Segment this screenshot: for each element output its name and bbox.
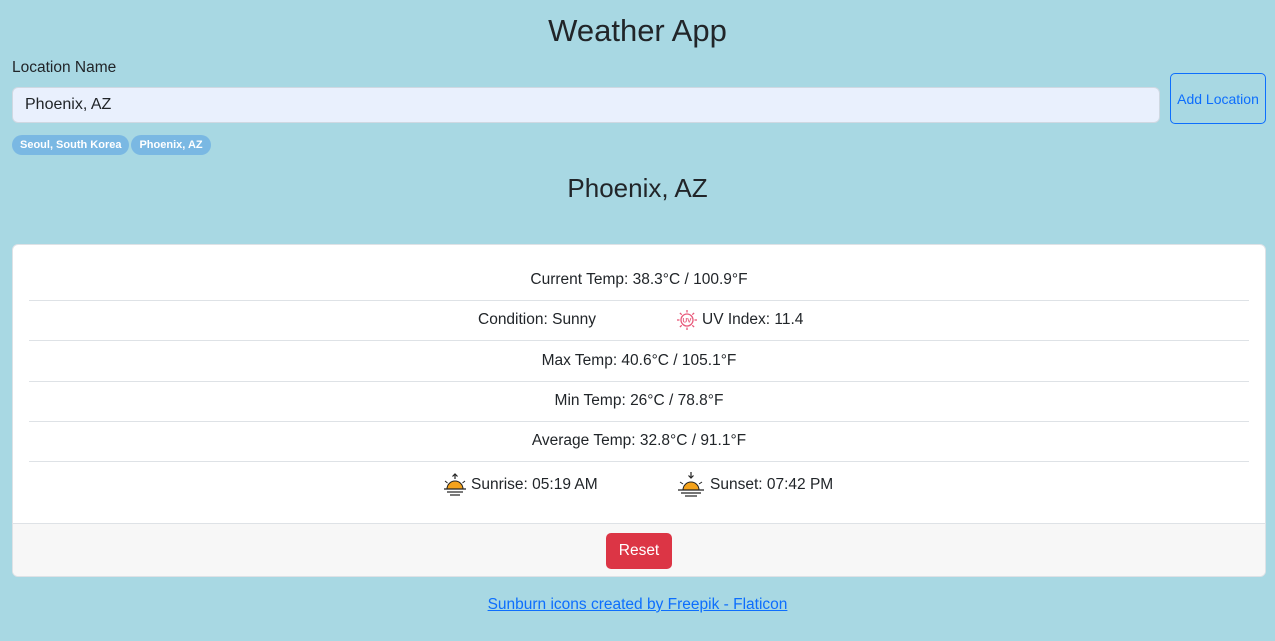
sunrise-icon [443, 472, 467, 498]
min-temp-row: Min Temp: 26°C / 78.8°F [29, 381, 1249, 422]
sunset-cell: Sunset: 07:42 PM [676, 463, 833, 507]
current-temp-text: Current Temp: 38.3°C / 100.9°F [530, 271, 748, 288]
uv-sun-icon: UV [676, 309, 698, 331]
current-temp-row: Current Temp: 38.3°C / 100.9°F [29, 260, 1249, 301]
saved-locations-list: Seoul, South Korea Phoenix, AZ [12, 135, 211, 155]
max-temp-row: Max Temp: 40.6°C / 105.1°F [29, 341, 1249, 382]
min-temp-text: Min Temp: 26°C / 78.8°F [554, 392, 724, 409]
location-chip-seoul[interactable]: Seoul, South Korea [12, 135, 130, 155]
uv-index-text: UV Index: 11.4 [702, 311, 804, 328]
condition-cell: Condition: Sunny [478, 300, 596, 340]
icon-credit: Sunburn icons created by Freepik - Flati… [0, 595, 1275, 615]
condition-uv-row: Condition: Sunny UV UV Index: 11.4 [29, 300, 1249, 341]
reset-button[interactable]: Reset [606, 533, 672, 569]
sun-times-row: Sunrise: 05:19 AM Sunset: 07:42 PM [29, 463, 1249, 507]
sunset-icon [676, 470, 706, 500]
sunrise-text: Sunrise: 05:19 AM [471, 476, 598, 493]
average-temp-text: Average Temp: 32.8°C / 91.1°F [531, 432, 747, 449]
weather-details: Current Temp: 38.3°C / 100.9°F Condition… [29, 245, 1249, 523]
card-footer: Reset [13, 523, 1265, 576]
location-chip-phoenix[interactable]: Phoenix, AZ [131, 135, 211, 155]
condition-text: Condition: Sunny [478, 311, 597, 328]
weather-card: Current Temp: 38.3°C / 100.9°F Condition… [12, 244, 1266, 577]
current-location-heading: Phoenix, AZ [567, 173, 708, 203]
icon-credit-link[interactable]: Sunburn icons created by Freepik - Flati… [488, 596, 788, 613]
max-temp-text: Max Temp: 40.6°C / 105.1°F [541, 352, 737, 369]
add-location-button[interactable]: Add Location [1170, 73, 1266, 124]
average-temp-row: Average Temp: 32.8°C / 91.1°F [29, 421, 1249, 462]
sunrise-cell: Sunrise: 05:19 AM [443, 463, 598, 507]
svg-text:UV: UV [682, 318, 692, 325]
app-title: Weather App [548, 13, 727, 48]
uv-index-cell: UV UV Index: 11.4 [676, 300, 803, 340]
sunset-text: Sunset: 07:42 PM [710, 476, 834, 493]
location-name-input[interactable] [12, 87, 1160, 123]
location-name-label: Location Name [12, 59, 117, 76]
